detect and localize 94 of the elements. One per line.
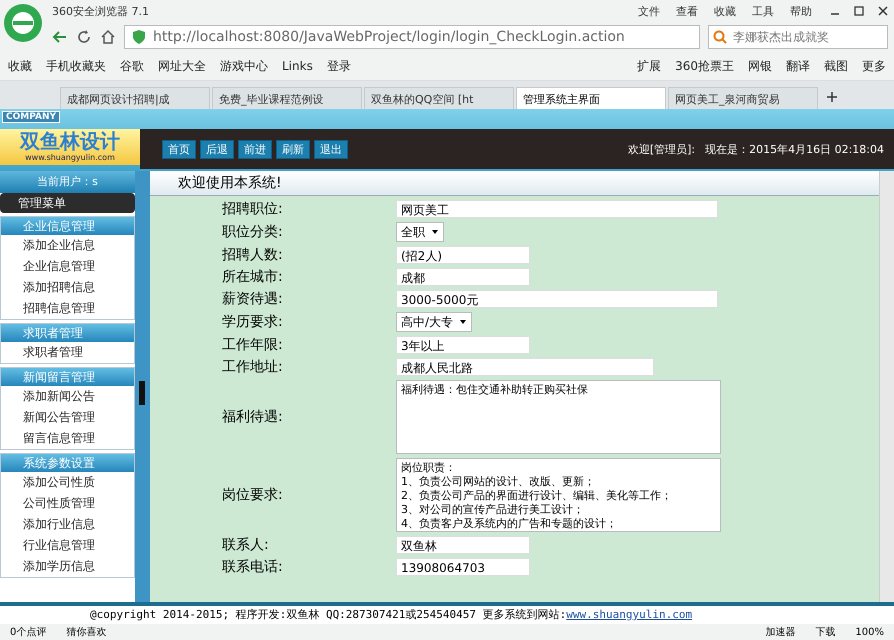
search-icon (712, 29, 728, 45)
text-field[interactable]: 成都人民北路 (396, 358, 654, 376)
browser-tab[interactable]: 网页美工_泉河商贸易 (668, 87, 818, 109)
menu-item[interactable]: 公司性质管理 (1, 493, 134, 514)
nav-button[interactable]: 前进 (238, 140, 272, 158)
toolbar-button[interactable]: 360抢票王 (675, 58, 734, 74)
dropdown[interactable]: 全职 (396, 222, 444, 242)
browser-tab[interactable]: 双鱼林的QQ空间 [ht (364, 87, 514, 109)
browser-tab[interactable]: 免费_毕业课程范例设 (212, 87, 362, 109)
menu-item[interactable]: 添加新闻公告 (1, 386, 134, 407)
field-label: 工作地址: (222, 358, 284, 376)
menu-item[interactable]: 收藏 (714, 4, 736, 18)
menu-title-bar: 管理菜单 (0, 193, 135, 213)
current-user-bar: 当前用户：s (0, 171, 135, 193)
toolbar-button[interactable]: 扩展 (637, 58, 662, 74)
logo-banner: 双鱼林设计 www.shuangyulin.com (0, 129, 140, 165)
back-icon[interactable] (52, 29, 68, 45)
status-item[interactable]: 下载 (815, 625, 836, 639)
menu-item[interactable]: 文件 (638, 4, 660, 18)
status-item[interactable]: 加速器 (765, 625, 796, 639)
field-label: 岗位要求: (222, 486, 284, 504)
caret-icon (459, 318, 468, 326)
address-field[interactable]: http://localhost:8080/JavaWebProject/login/login_CheckLogin.action (124, 25, 700, 49)
nav-button[interactable]: 退出 (314, 140, 348, 158)
toolbar-button[interactable]: 翻译 (786, 58, 810, 74)
maximize-icon[interactable] (853, 5, 865, 17)
caret-icon (431, 228, 439, 236)
menu-item[interactable]: 行业信息管理 (1, 535, 134, 556)
bookmark-link[interactable]: Links (282, 59, 313, 73)
field-label: 职位分类: (222, 223, 284, 241)
text-field[interactable]: 3年以上 (396, 336, 530, 354)
welcome-text: 欢迎[管理员]: (628, 142, 696, 156)
browser-tab[interactable]: 成都网页设计招聘|成 (60, 87, 210, 109)
nav-button[interactable]: 首页 (162, 140, 196, 158)
field-label: 招聘职位: (222, 200, 284, 218)
text-field[interactable]: 3000-5000元 (396, 290, 718, 308)
text-field[interactable]: 13908064703 (396, 558, 530, 576)
menu-item[interactable]: 企业信息管理 (1, 256, 134, 277)
home-icon[interactable] (100, 29, 116, 45)
window-title: 360安全浏览器 7.1 (52, 4, 149, 18)
dropdown[interactable]: 高中/大专 (396, 312, 472, 332)
text-area[interactable]: 福利待遇：包住交通补助转正购买社保 (396, 380, 721, 454)
menu-item[interactable]: 工具 (752, 4, 774, 18)
field-label: 学历要求: (222, 313, 284, 331)
scrollbar[interactable] (879, 171, 894, 602)
nav-button[interactable]: 刷新 (276, 140, 310, 158)
field-label: 招聘人数: (222, 246, 284, 264)
bookmark-link[interactable]: 收藏 (8, 58, 32, 74)
field-label: 联系电话: (222, 558, 284, 576)
refresh-icon[interactable] (76, 29, 92, 45)
bookmark-link[interactable]: 登录 (326, 58, 351, 74)
menu-item[interactable]: 招聘信息管理 (1, 298, 134, 319)
menu-item[interactable]: 求职者管理 (1, 342, 134, 363)
menu-item[interactable]: 添加招聘信息 (1, 277, 134, 298)
toolbar-button[interactable]: 截图 (824, 58, 848, 74)
shield-icon (131, 29, 147, 45)
bookmark-link[interactable]: 手机收藏夹 (46, 58, 106, 74)
menu-item[interactable]: 添加公司性质 (1, 472, 134, 493)
toolbar-button[interactable]: 网银 (748, 58, 772, 74)
menu-item[interactable]: 添加行业信息 (1, 514, 134, 535)
menu-item[interactable]: 新闻公告管理 (1, 407, 134, 428)
close-icon[interactable] (877, 5, 889, 17)
menu-item[interactable]: 帮助 (790, 4, 812, 18)
text-area[interactable]: 岗位职责： 1、负责公司网站的设计、改版、更新； 2、负责公司产品的界面进行设计、编辑、美化等工作； 3、对公司的宣传产品进行美工设计； 4、负责客户及系统内的广告和专题的设计； (396, 458, 721, 532)
bookmark-link[interactable]: 网址大全 (158, 58, 206, 74)
text-field[interactable]: 成都 (396, 268, 530, 286)
date-time-text: 现在是：2015年4月16日 02:18:04 (705, 142, 884, 156)
copyright-text: @copyright 2014-2015; 程序开发:双鱼林 QQ:287307421或254540457 更多系统到网站: (90, 608, 566, 621)
company-badge: COMPANY (2, 111, 60, 123)
field-label: 薪资待遇: (222, 290, 284, 308)
status-item[interactable]: 0个点评 (10, 625, 46, 639)
field-label: 联系人: (222, 536, 270, 554)
text-field[interactable]: (招2人) (396, 246, 530, 264)
menu-item[interactable]: 留言信息管理 (1, 428, 134, 449)
browser-tab[interactable]: 管理系统主界面 (516, 87, 666, 109)
status-item[interactable]: 猜你喜欢 (66, 625, 106, 639)
bookmark-link[interactable]: 游戏中心 (220, 58, 268, 74)
welcome-heading: 欢迎使用本系统! (150, 171, 879, 196)
field-label: 工作年限: (222, 336, 284, 354)
bookmark-link[interactable]: 谷歌 (120, 58, 144, 74)
website-link[interactable]: www.shuangyulin.com (566, 608, 692, 621)
collapse-handle[interactable] (139, 381, 145, 405)
status-item[interactable]: 100% (855, 626, 884, 638)
text-field[interactable]: 网页美工 (396, 200, 718, 218)
nav-button[interactable]: 后退 (200, 140, 234, 158)
new-tab-icon[interactable] (826, 91, 838, 103)
menu-item[interactable]: 添加企业信息 (1, 235, 134, 256)
menu-item[interactable]: 添加学历信息 (1, 556, 134, 577)
field-label: 所在城市: (222, 268, 284, 286)
text-field[interactable]: 双鱼林 (396, 536, 530, 554)
toolbar-button[interactable]: 更多 (862, 58, 886, 74)
search-field[interactable]: 李娜获杰出成就奖 (708, 25, 888, 49)
field-label: 福利待遇: (222, 408, 284, 426)
menu-item[interactable]: 查看 (676, 4, 698, 18)
